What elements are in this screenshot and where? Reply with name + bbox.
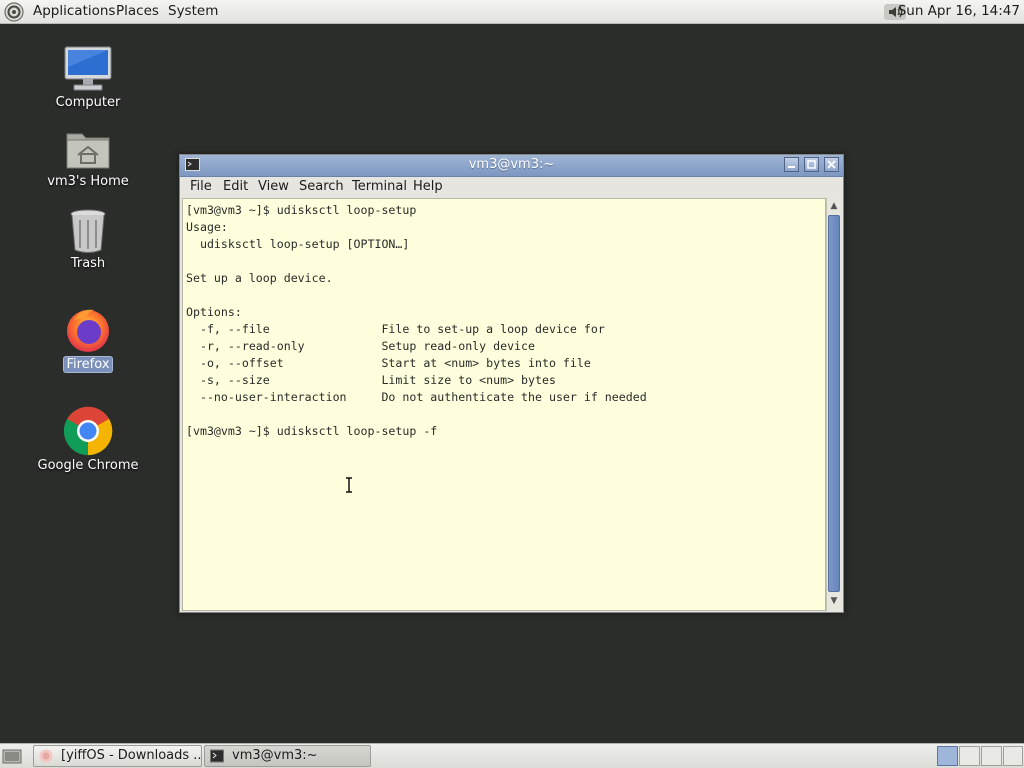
window-title: vm3@vm3:~ (468, 157, 555, 172)
computer-icon (64, 46, 112, 91)
clock[interactable]: Sun Apr 16, 14:47 (898, 3, 1020, 19)
taskbar-item-terminal[interactable]: vm3@vm3:~ (204, 745, 371, 767)
window-titlebar[interactable]: vm3@vm3:~ (180, 155, 843, 177)
firefox-icon (67, 309, 109, 352)
menu-help[interactable]: Help (413, 179, 443, 194)
scrollbar-thumb[interactable] (828, 215, 840, 592)
desktop-icon-home[interactable]: vm3's Home (33, 128, 143, 189)
workspace-3[interactable] (981, 746, 1002, 766)
top-panel: Applications Places System Sun Apr 16, 1… (0, 0, 1024, 24)
taskbar-item-browser[interactable]: [yiffOS - Downloads ... (33, 745, 202, 767)
terminal-output[interactable]: [vm3@vm3 ~]$ udisksctl loop-setup Usage:… (182, 198, 826, 611)
text-cursor-icon (346, 477, 352, 493)
workspace-1[interactable] (937, 746, 958, 766)
close-button[interactable] (824, 157, 839, 172)
taskbar-item-label: [yiffOS - Downloads ... (61, 748, 202, 763)
places-menu[interactable]: Places (116, 3, 159, 19)
terminal-menubar: File Edit View Search Terminal Help (180, 177, 843, 198)
desktop-icon-label: Trash (70, 256, 106, 271)
menu-search[interactable]: Search (299, 179, 344, 194)
desktop-icon-trash[interactable]: Trash (33, 208, 143, 271)
bottom-panel: [yiffOS - Downloads ... vm3@vm3:~ (0, 743, 1024, 768)
minimize-button[interactable] (784, 157, 799, 172)
terminal-text[interactable]: [vm3@vm3 ~]$ udisksctl loop-setup Usage:… (186, 202, 647, 440)
show-desktop-icon[interactable] (2, 747, 22, 765)
close-icon (827, 160, 836, 169)
desktop-icon-label: Firefox (63, 356, 113, 373)
menu-view[interactable]: View (258, 179, 289, 194)
desktop-icon-label: Google Chrome (37, 458, 139, 473)
scroll-down-icon[interactable]: ▼ (827, 594, 841, 609)
taskbar-item-label: vm3@vm3:~ (232, 748, 318, 763)
scroll-up-icon[interactable]: ▲ (827, 199, 841, 214)
menu-file[interactable]: File (190, 179, 212, 194)
workspace-4[interactable] (1003, 746, 1023, 766)
desktop-icon-label: vm3's Home (47, 174, 129, 189)
desktop-icon-chrome[interactable]: Google Chrome (33, 406, 143, 473)
maximize-button[interactable] (804, 157, 819, 172)
workspace-2[interactable] (959, 746, 980, 766)
menu-edit[interactable]: Edit (223, 179, 248, 194)
menu-terminal[interactable]: Terminal (352, 179, 407, 194)
vertical-scrollbar[interactable]: ▲ ▼ (826, 198, 841, 611)
desktop-icon-label: Computer (55, 95, 121, 110)
terminal-window[interactable]: vm3@vm3:~ File Edit View Search Terminal… (179, 154, 844, 613)
maximize-icon (807, 160, 816, 169)
applications-menu[interactable]: Applications (33, 3, 115, 19)
terminal-icon (210, 749, 224, 763)
gnome-foot-logo-icon[interactable] (4, 2, 24, 22)
desktop-icon-computer[interactable]: Computer (33, 45, 143, 110)
browser-icon (39, 749, 53, 763)
trash-icon (70, 209, 106, 253)
system-menu[interactable]: System (168, 3, 218, 19)
home-folder-icon (66, 133, 110, 169)
chrome-icon (63, 406, 113, 456)
minimize-icon (788, 166, 795, 168)
desktop-icon-firefox[interactable]: Firefox (33, 306, 143, 373)
